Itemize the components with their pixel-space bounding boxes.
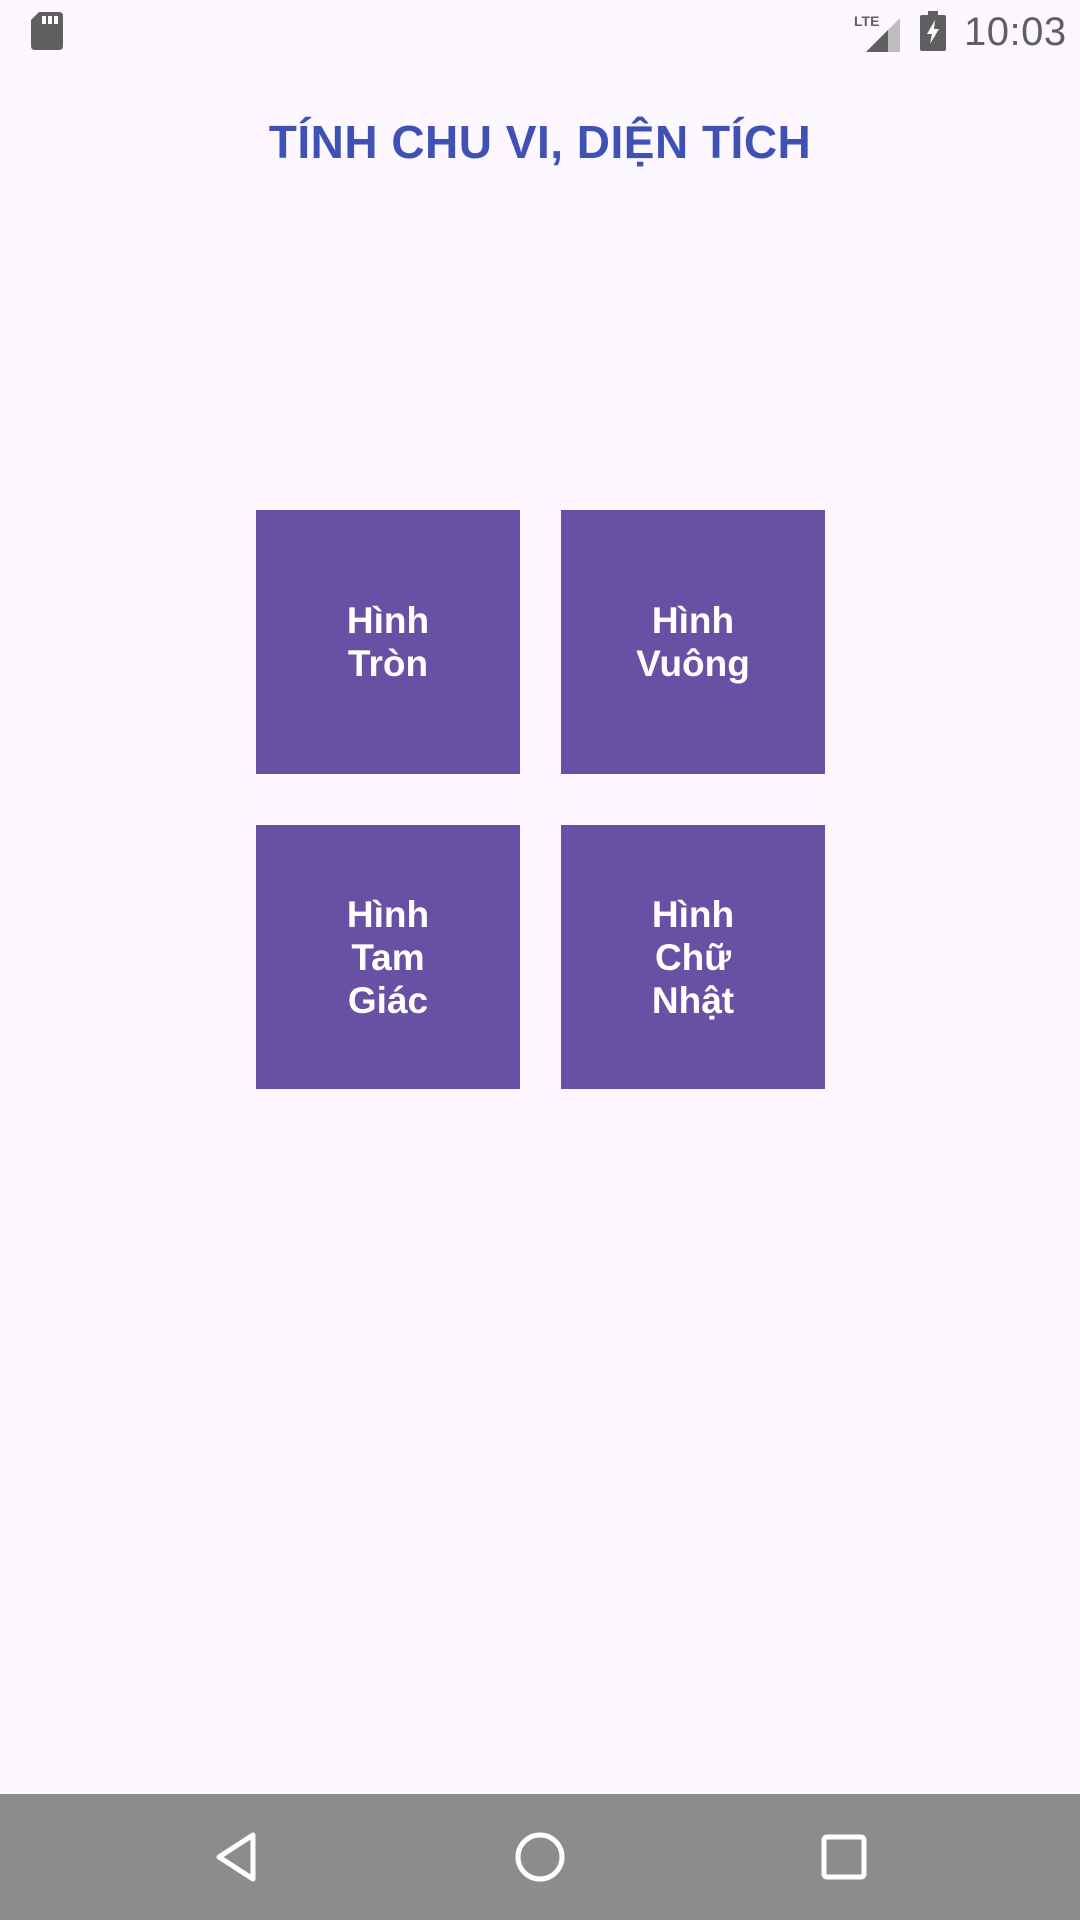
square-button[interactable]: Hình Vuông xyxy=(561,510,825,774)
circle-button[interactable]: Hình Tròn xyxy=(256,510,520,774)
navigation-bar xyxy=(0,1794,1080,1920)
status-time: 10:03 xyxy=(964,10,1067,54)
back-icon xyxy=(216,1832,256,1882)
triangle-button-label: Hình Tam Giác xyxy=(346,893,430,1021)
home-button[interactable] xyxy=(505,1822,575,1892)
square-button-label: Hình Vuông xyxy=(636,600,750,684)
back-button[interactable] xyxy=(201,1822,271,1892)
circle-button-label: Hình Tròn xyxy=(346,600,430,684)
svg-text:LTE: LTE xyxy=(854,13,879,29)
status-bar: LTE 10:03 xyxy=(0,0,1080,64)
sd-card-icon xyxy=(31,12,63,50)
home-icon xyxy=(515,1832,565,1882)
rectangle-button[interactable]: Hình Chữ Nhật xyxy=(561,825,825,1089)
rectangle-button-label: Hình Chữ Nhật xyxy=(651,893,735,1021)
lte-signal-icon: LTE xyxy=(854,13,900,52)
recents-button[interactable] xyxy=(809,1822,879,1892)
recents-icon xyxy=(821,1834,867,1880)
page-title: TÍNH CHU VI, DIỆN TÍCH xyxy=(268,116,812,168)
triangle-button[interactable]: Hình Tam Giác xyxy=(256,825,520,1089)
battery-charging-icon xyxy=(920,11,946,51)
